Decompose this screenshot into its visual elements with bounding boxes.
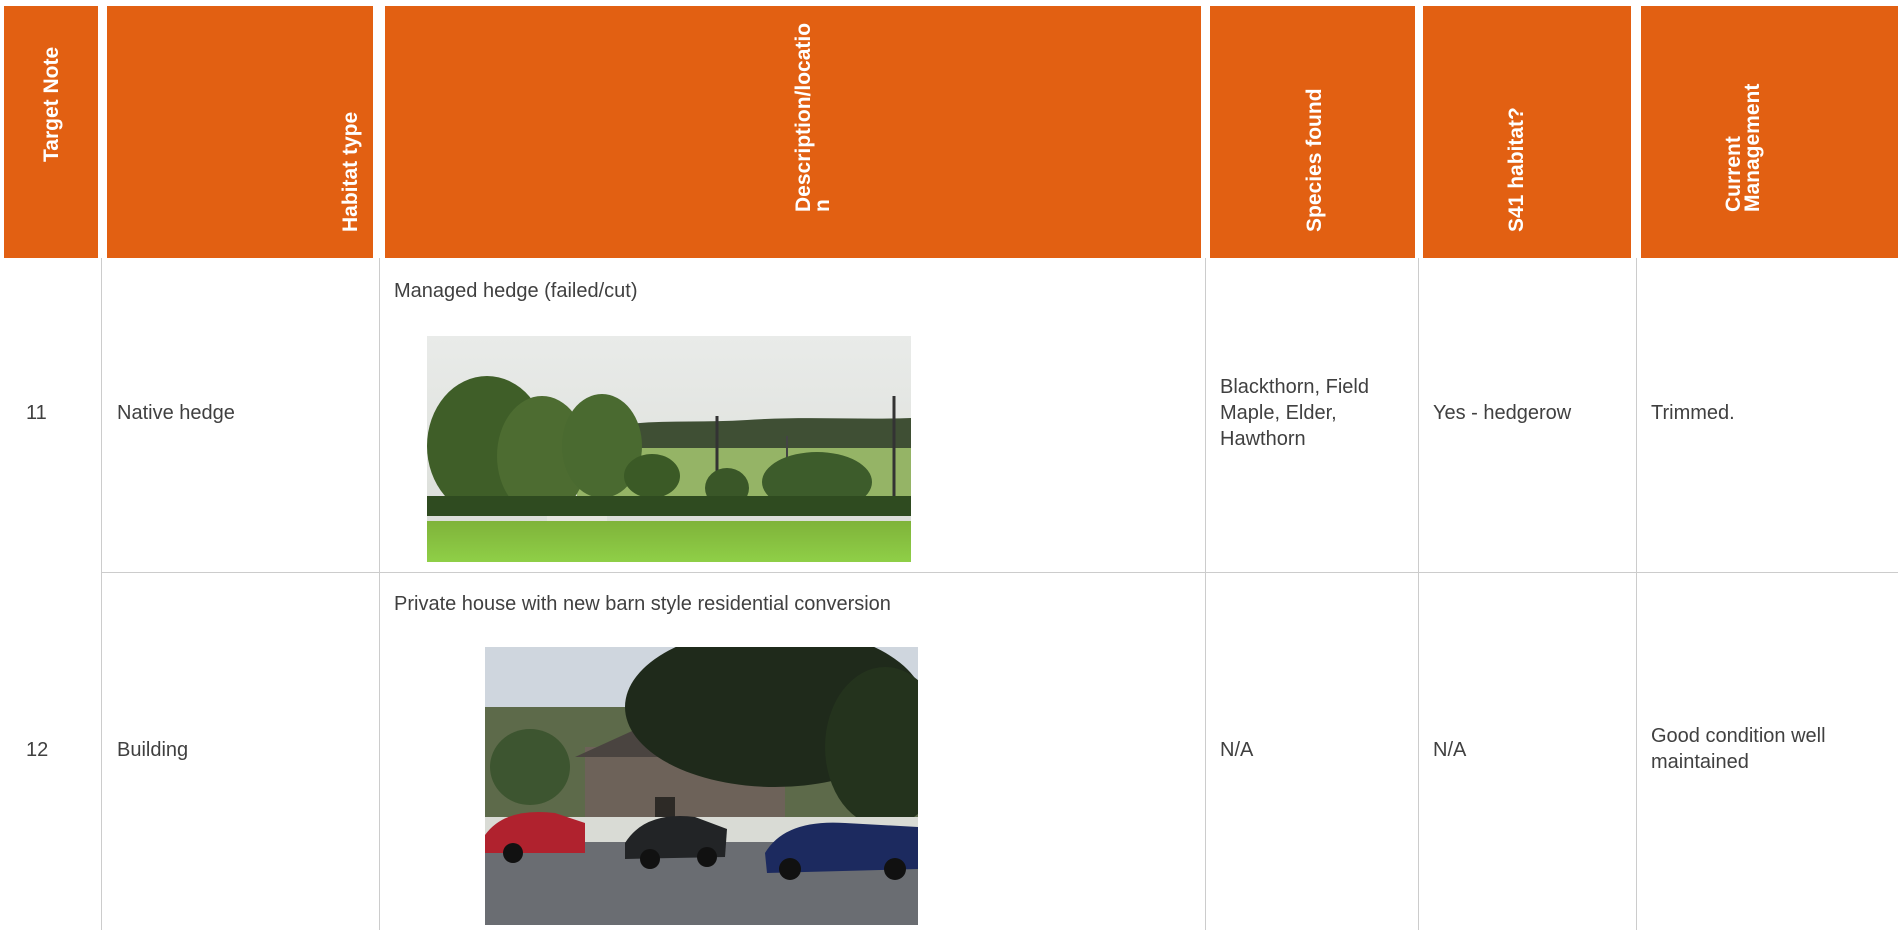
s41-habitat-cell: N/A (1433, 739, 1467, 761)
header-target-note: Target Note (4, 6, 98, 258)
grid-line (1205, 258, 1206, 930)
header-current-management: Current Management (1641, 6, 1898, 258)
header-s41-habitat-label: S41 habitat? (1504, 107, 1528, 232)
grid-line (1418, 258, 1419, 930)
header-habitat-type-label: Habitat type (338, 111, 362, 232)
grid-line (379, 258, 380, 930)
grid-line (101, 258, 102, 930)
description-cell: Managed hedge (failed/cut) (394, 280, 638, 302)
target-note-cell: 11 (26, 402, 47, 424)
s41-habitat-cell: Yes - hedgerow (1433, 402, 1572, 424)
target-note-cell: 12 (26, 739, 49, 761)
habitat-type-cell: Building (117, 739, 189, 761)
grid-line (1636, 258, 1637, 930)
description-cell: Private house with new barn style reside… (394, 593, 891, 615)
habitat-type-cell: Native hedge (117, 402, 235, 424)
species-found-cell: Blackthorn, Field Maple, Elder, Hawthorn (1220, 376, 1369, 450)
header-target-note-label: Target Note (39, 46, 63, 162)
header-description: Description/locatio n (385, 6, 1201, 258)
species-found-cell: N/A (1220, 739, 1254, 761)
hedgerow-field-photo (427, 336, 911, 562)
current-management-cell: Trimmed. (1651, 402, 1735, 424)
header-description-label: Description/locatio n (792, 22, 834, 212)
header-species-found: Species found (1210, 6, 1415, 258)
house-with-cars-photo (485, 647, 918, 925)
header-species-found-label: Species found (1302, 88, 1326, 232)
header-s41-habitat: S41 habitat? (1423, 6, 1631, 258)
current-management-cell: Good condition well maintained (1651, 725, 1826, 773)
header-current-management-label: Current Management (1722, 83, 1764, 212)
header-habitat-type: Habitat type (107, 6, 373, 258)
row-divider (101, 572, 1898, 573)
